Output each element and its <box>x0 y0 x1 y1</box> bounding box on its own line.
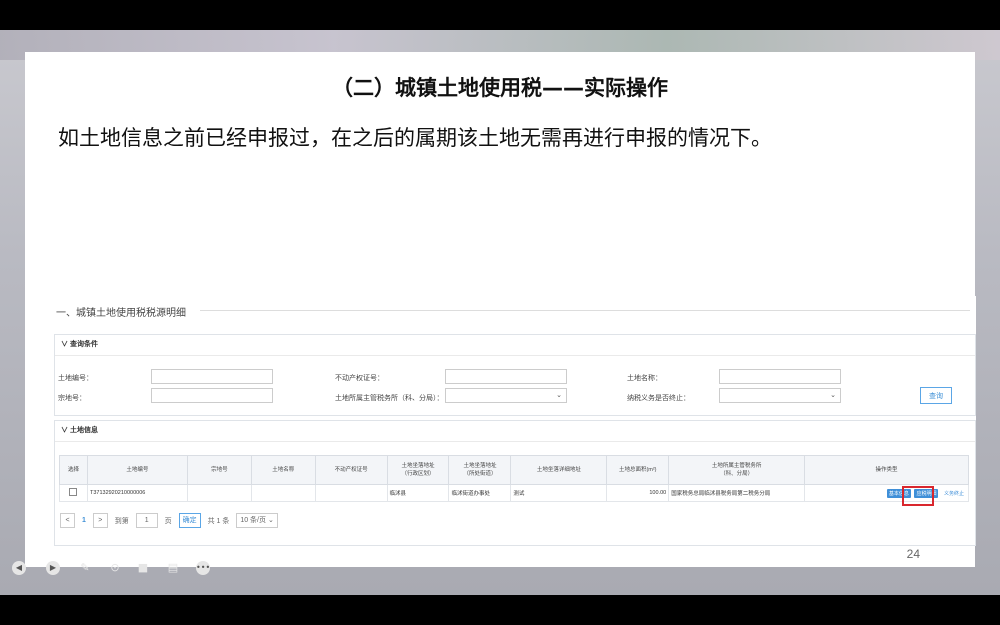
land-no-input[interactable] <box>151 369 273 384</box>
land-name-label: 土地名称： <box>627 375 662 382</box>
col-parcel-no: 宗地号 <box>186 455 252 485</box>
more-icon[interactable]: ••• <box>196 561 210 575</box>
current-page[interactable]: 1 <box>82 517 86 524</box>
land-info-panel-header[interactable]: ∨ 土地信息 <box>55 421 975 442</box>
col-street: 土地坐落地址 （所处街道） <box>448 455 512 485</box>
subtitle-icon[interactable]: ▤ <box>166 561 180 575</box>
page-unit-label: 页 <box>164 517 172 525</box>
highlight-box <box>902 486 934 506</box>
row-select-cell <box>59 484 88 502</box>
col-land-no: 土地编号 <box>86 455 188 485</box>
goto-confirm-button[interactable]: 确定 <box>178 513 201 528</box>
prev-slide-icon[interactable]: ◀ <box>12 561 26 575</box>
cell-street: 临沭街道办事处 <box>448 484 512 502</box>
cell-land-name <box>250 484 316 502</box>
tax-office-select[interactable]: ⌄ <box>445 388 567 403</box>
page-size-select[interactable]: 10 条/页 ⌄ <box>236 513 278 528</box>
section-divider <box>200 310 970 311</box>
col-tax-office: 土地所属主管税务所 （科、分局） <box>668 455 806 485</box>
cell-tax-office: 国家税务总局临沭县税务局第二税务分局 <box>668 484 806 502</box>
query-panel: ∨ 查询条件 土地编号： 不动产权证号： 土地名称： 宗地号： 土地所属主管税务… <box>54 334 976 416</box>
table-row: T37132920210000006 临沭县 临沭街道办事处 测试 100.00… <box>59 484 969 502</box>
land-no-label: 土地编号： <box>58 375 93 382</box>
parcel-no-label: 宗地号： <box>58 395 86 402</box>
terminate-obligation-button[interactable]: 义务终止 <box>942 489 966 498</box>
chevron-down-icon: ⌄ <box>267 517 274 524</box>
cert-no-label: 不动产权证号： <box>335 375 384 382</box>
goto-label: 到第 <box>114 517 129 525</box>
next-slide-icon[interactable]: ▶ <box>46 561 60 575</box>
cell-detail-address: 测试 <box>510 484 608 502</box>
tax-stopped-select[interactable]: ⌄ <box>719 388 841 403</box>
table-header-row: 选择 土地编号 宗地号 土地名称 不动产权证号 土地坐落地址 （行政区划） 土地… <box>59 455 969 485</box>
cell-cert-no <box>314 484 388 502</box>
tax-office-label: 土地所属主管税务所（科、分局）： <box>335 395 444 402</box>
pagination: < 1 > 到第 1 页 确定 共 1 条 10 条/页 ⌄ <box>60 513 283 528</box>
col-cert-no: 不动产权证号 <box>314 455 388 485</box>
embedded-screenshot: 一、城镇土地使用税税源明细 ∨ 查询条件 土地编号： 不动产权证号： 土地名称：… <box>50 296 976 546</box>
total-count: 共 1 条 <box>207 517 230 525</box>
slide-title: （二）城镇土地使用税——实际操作 <box>332 76 668 100</box>
col-area: 土地总面积(m²) <box>606 455 670 485</box>
query-panel-header[interactable]: ∨ 查询条件 <box>55 335 975 356</box>
section-title: 一、城镇土地使用税税源明细 <box>56 308 186 319</box>
goto-page-input[interactable]: 1 <box>135 513 158 528</box>
prev-page-button[interactable]: < <box>60 513 75 528</box>
land-info-table: 选择 土地编号 宗地号 土地名称 不动产权证号 土地坐落地址 （行政区划） 土地… <box>59 455 969 502</box>
cell-parcel-no <box>186 484 252 502</box>
slide-page-number: 24 <box>906 547 920 561</box>
cell-area: 100.00 <box>606 484 670 502</box>
cert-no-input[interactable] <box>445 369 567 384</box>
camera-icon[interactable]: ■ <box>136 561 150 575</box>
col-district: 土地坐落地址 （行政区划） <box>386 455 450 485</box>
next-page-button[interactable]: > <box>92 513 108 528</box>
land-name-input[interactable] <box>719 369 841 384</box>
cell-district: 临沭县 <box>386 484 450 502</box>
cell-actions: 基本信息 应税明细 义务终止 <box>804 484 969 502</box>
col-actions: 操作类型 <box>804 455 969 485</box>
query-button[interactable]: 查询 <box>920 387 952 404</box>
col-detail-address: 土地坐落详细地址 <box>510 455 608 485</box>
chevron-down-icon: ⌄ <box>830 392 836 399</box>
page-size-value: 10 条/页 <box>240 517 267 524</box>
tax-stopped-label: 纳税义务是否终止： <box>627 395 690 402</box>
cell-land-no: T37132920210000006 <box>86 484 188 502</box>
pen-icon[interactable]: ✎ <box>78 561 92 575</box>
zoom-icon[interactable]: ⊙ <box>108 561 122 575</box>
slide-subtitle: 如土地信息之前已经申报过，在之后的属期该土地无需再进行申报的情况下。 <box>58 126 772 150</box>
col-select: 选择 <box>59 455 88 485</box>
row-checkbox[interactable] <box>69 488 78 496</box>
col-land-name: 土地名称 <box>250 455 316 485</box>
parcel-no-input[interactable] <box>151 388 273 403</box>
chevron-down-icon: ⌄ <box>556 392 562 399</box>
